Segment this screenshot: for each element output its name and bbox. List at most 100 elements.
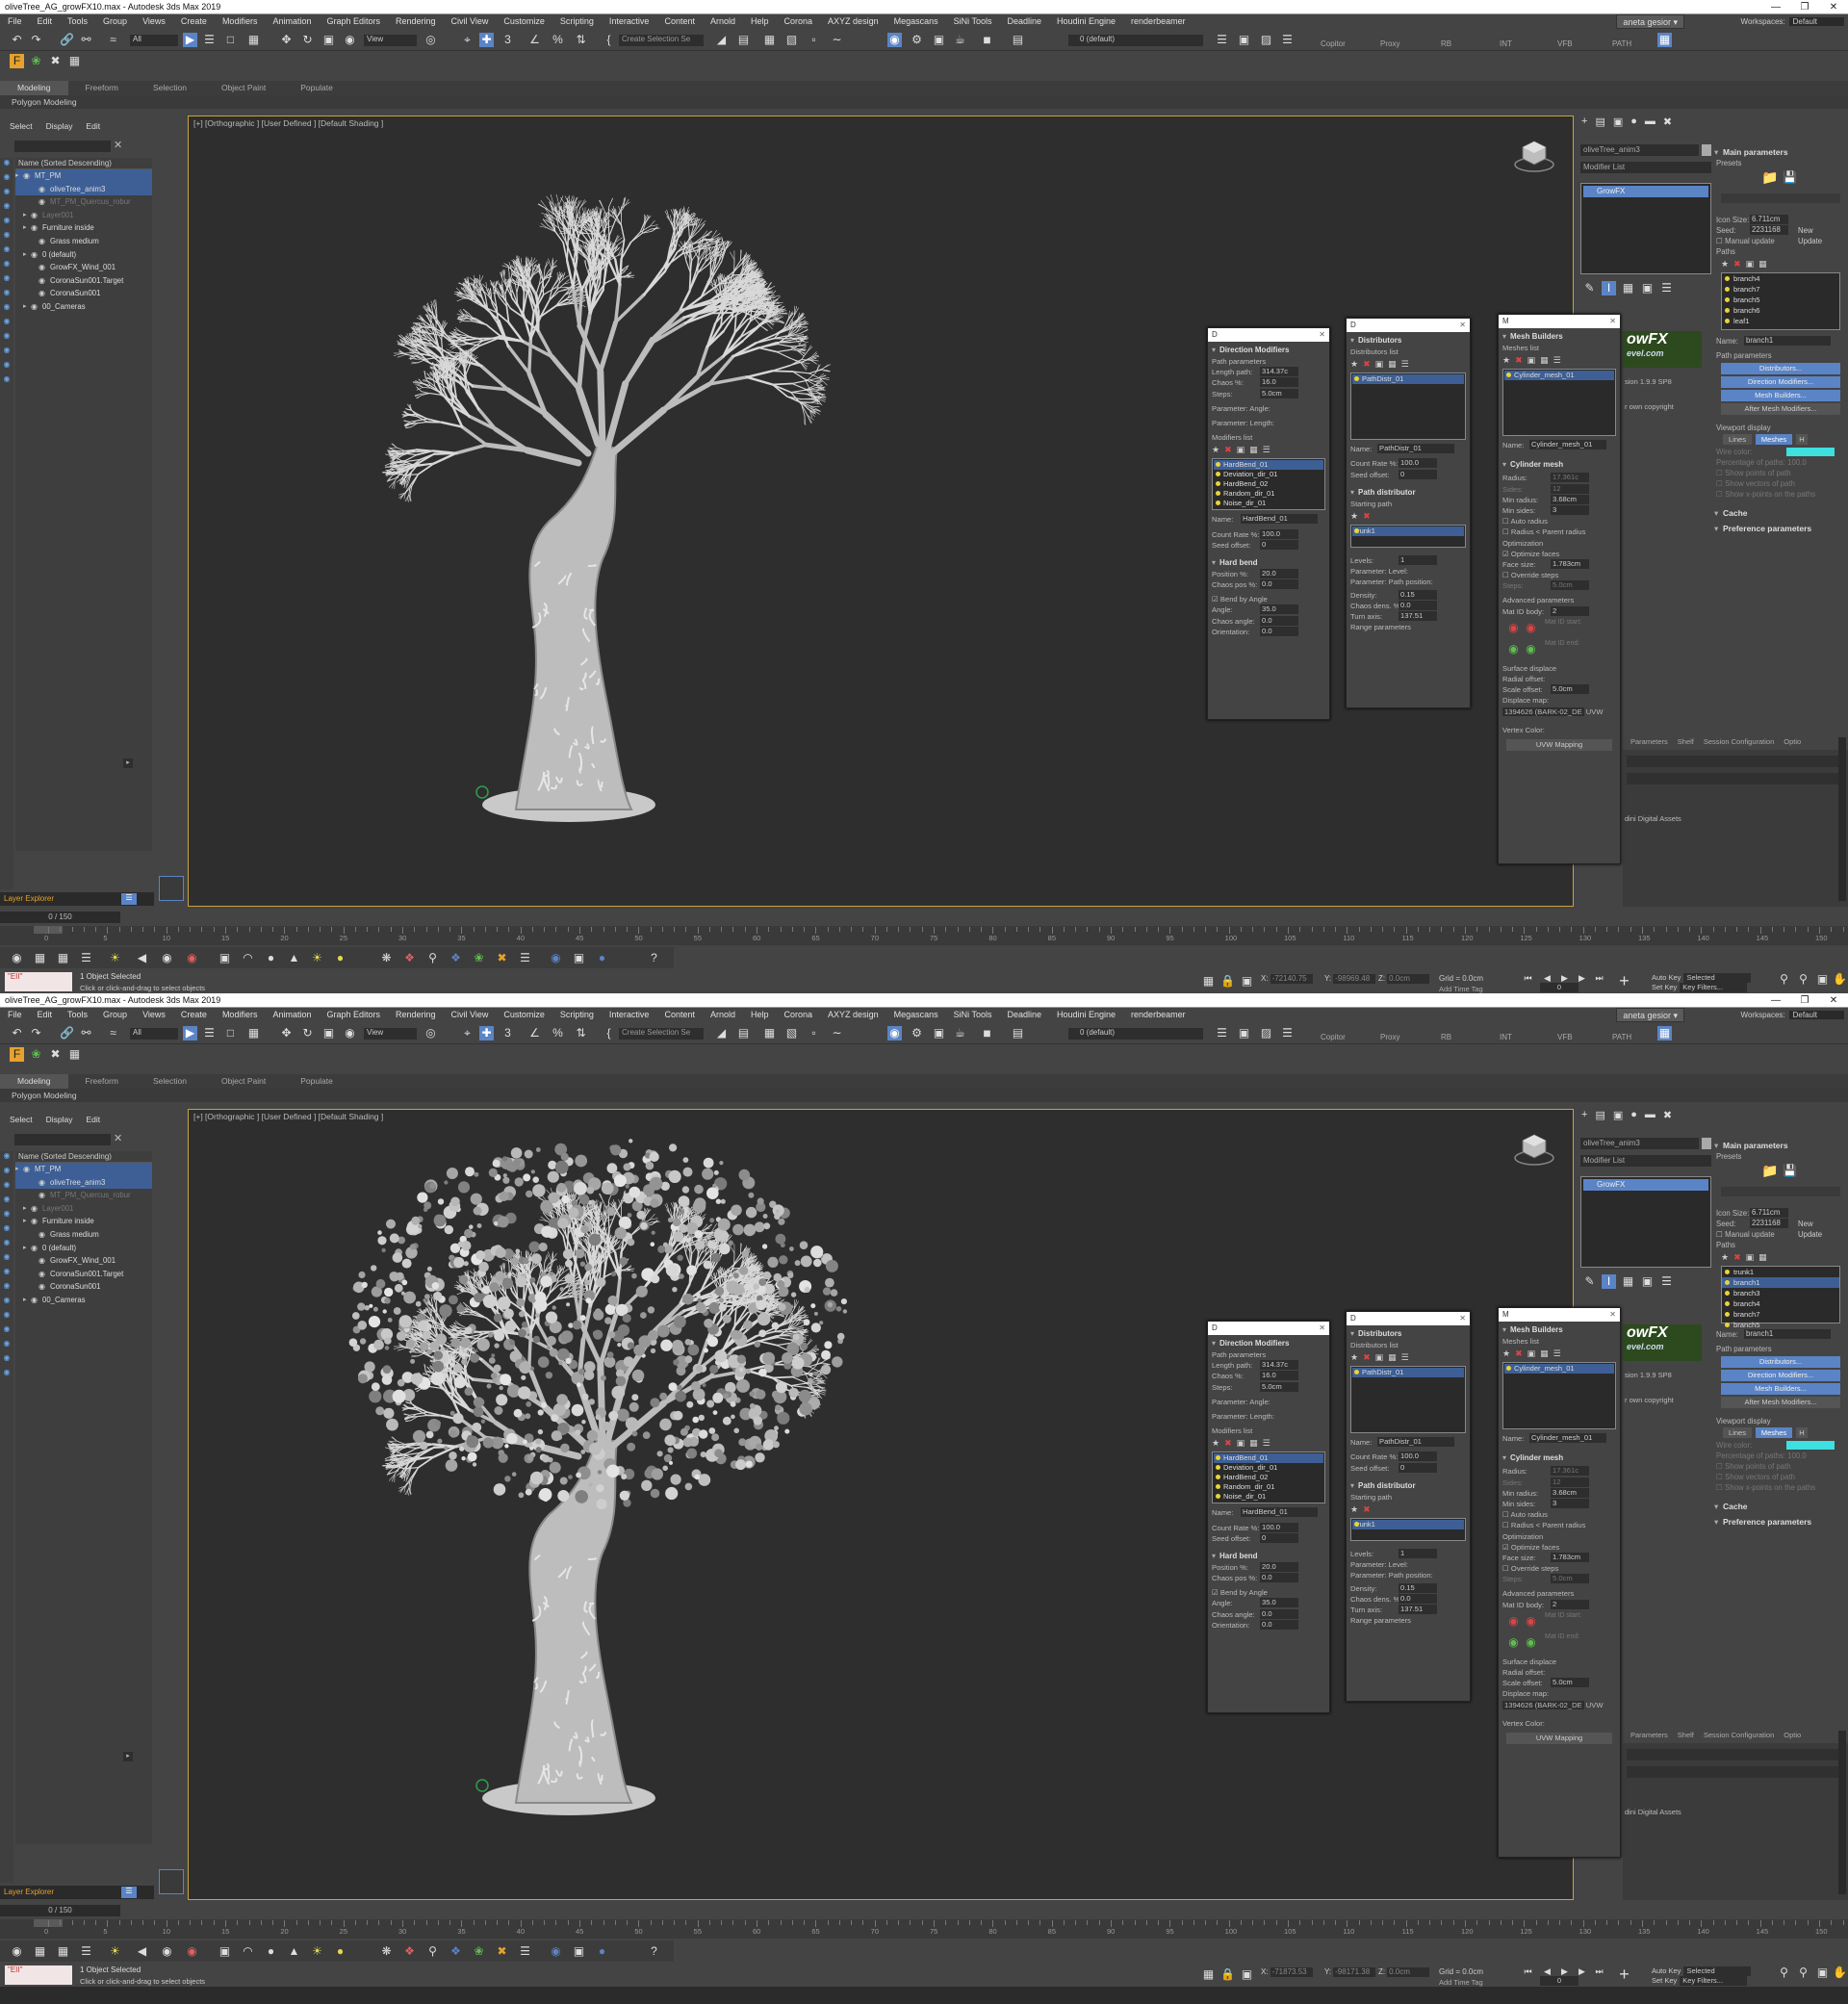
filter-icon[interactable]: ◉ xyxy=(0,273,13,286)
render-production-icon[interactable]: ☕ xyxy=(953,33,967,47)
param-path-position-row[interactable]: Parameter: Path position: xyxy=(1350,577,1466,587)
expand-icon[interactable]: ▸ xyxy=(23,209,27,222)
rendered-frame-window-icon[interactable]: ▣ xyxy=(932,33,946,47)
paste-icon[interactable]: ▦ xyxy=(1388,359,1397,371)
menu-views[interactable]: Views xyxy=(135,14,173,29)
modifier-list-dropdown[interactable]: Modifier List xyxy=(1580,162,1711,173)
menu-views[interactable]: Views xyxy=(135,1008,173,1022)
radius-spinner[interactable]: 17.361c xyxy=(1551,473,1589,483)
unlink-icon[interactable]: ⚯ xyxy=(79,1026,93,1041)
delete-path-icon[interactable]: ✖ xyxy=(1733,259,1741,270)
options-icon[interactable]: ☰ xyxy=(1263,445,1270,456)
menu-rendering[interactable]: Rendering xyxy=(388,14,444,29)
steps-spinner[interactable]: 5.0cm xyxy=(1260,388,1298,398)
distributors-button[interactable]: Distributors... xyxy=(1721,363,1840,374)
filter-icon[interactable]: ◉ xyxy=(0,331,13,344)
filter-icon[interactable]: ◉ xyxy=(0,346,13,358)
menu-content[interactable]: Content xyxy=(656,1008,703,1022)
mesh-builders-titlebar[interactable]: M ✕ xyxy=(1499,315,1620,328)
path-list-item[interactable]: branch5 xyxy=(1722,295,1839,305)
count-rate-spinner[interactable]: 100.0 xyxy=(1399,458,1437,469)
user-account-dropdown[interactable]: aneta gesior ▾ xyxy=(1616,14,1684,29)
menu-edit[interactable]: Edit xyxy=(30,14,61,29)
modifier-list-item[interactable]: Noise_dir_01 xyxy=(1214,499,1323,508)
named-selection-set-dropdown[interactable]: Create Selection Se xyxy=(619,1028,704,1040)
menu-interactive[interactable]: Interactive xyxy=(602,14,657,29)
network-icon[interactable]: ⚲ xyxy=(425,951,440,965)
param-level-row[interactable]: Parameter: Level: xyxy=(1350,566,1466,577)
edit-named-sets-icon[interactable]: { xyxy=(602,1026,616,1041)
move-icon[interactable]: ✥ xyxy=(279,33,294,47)
menu-animation[interactable]: Animation xyxy=(265,1008,319,1022)
modifier-list-item[interactable]: HardBend_02 xyxy=(1214,479,1323,489)
menu-renderbeamer[interactable]: renderbeamer xyxy=(1123,1008,1194,1022)
visibility-eye-icon[interactable]: ◉ xyxy=(38,261,45,274)
workspace-selector[interactable]: Workspaces: Default xyxy=(1737,1008,1844,1022)
pan-icon[interactable]: ✋ xyxy=(1833,972,1847,987)
visibility-eye-icon[interactable]: ◉ xyxy=(31,1242,38,1255)
path-list-item[interactable]: branch6 xyxy=(1722,305,1839,316)
visibility-eye-icon[interactable]: ◉ xyxy=(38,274,45,288)
current-frame-field[interactable]: 0 xyxy=(1540,983,1578,992)
filter-icon[interactable]: ◉ xyxy=(0,1238,13,1250)
plugin-vfb[interactable]: VFB xyxy=(1557,1033,1573,1041)
undo-icon[interactable]: ↶ xyxy=(10,1026,24,1041)
filter-icon[interactable]: ◉ xyxy=(0,302,13,315)
select-by-name-icon[interactable]: ☰ xyxy=(202,1026,217,1041)
pivot-icon[interactable]: ◎ xyxy=(424,33,438,47)
filter-icon[interactable]: ◉ xyxy=(0,158,13,170)
min-sides-spinner[interactable]: 3 xyxy=(1551,504,1589,515)
viewport-layout-icon[interactable] xyxy=(159,1869,184,1894)
scene-row[interactable]: ◉ MT_PM_Quercus_robur xyxy=(15,195,152,209)
scene-row[interactable]: ◉ MT_PM_Quercus_robur xyxy=(15,1189,152,1202)
menu-group[interactable]: Group xyxy=(95,1008,135,1022)
select-object-icon[interactable]: ▶ xyxy=(183,33,197,47)
spinner-snap-icon[interactable]: ⇅ xyxy=(574,1026,588,1041)
modify-tab-icon[interactable]: ▤ xyxy=(1595,116,1604,131)
menu-megascans[interactable]: Megascans xyxy=(886,14,946,29)
zoom-all-icon[interactable]: ⚲ xyxy=(1796,972,1810,987)
layer-manager-icon[interactable]: ▤ xyxy=(1011,1026,1025,1041)
seed-offset-spinner[interactable]: 0 xyxy=(1260,539,1298,550)
filter-icon[interactable]: ◉ xyxy=(0,216,13,228)
show-points-row[interactable]: ☐ Show points of path xyxy=(1713,468,1848,478)
angle-snap-icon[interactable]: ∠ xyxy=(527,1026,542,1041)
scene-row[interactable]: ▸ ◉ MT_PM xyxy=(15,169,152,183)
expand-icon[interactable]: ▸ xyxy=(23,248,27,262)
render-setup-icon[interactable]: ⚙ xyxy=(910,33,924,47)
zoom-extents-icon[interactable]: ▣ xyxy=(1815,972,1830,987)
eye-icon[interactable]: ◉ xyxy=(10,951,24,965)
menu-tools[interactable]: Tools xyxy=(60,1008,95,1022)
menu-arnold[interactable]: Arnold xyxy=(703,14,743,29)
copy-icon[interactable]: ▣ xyxy=(1375,359,1384,371)
copy-icon[interactable]: ▣ xyxy=(1237,445,1245,456)
plugin-rb[interactable]: RB xyxy=(1441,39,1451,48)
save-preset-icon[interactable]: 💾 xyxy=(1783,170,1797,185)
named-selection-set-dropdown[interactable]: Create Selection Se xyxy=(619,35,704,46)
menu-graph-editors[interactable]: Graph Editors xyxy=(319,14,388,29)
menu-scripting[interactable]: Scripting xyxy=(552,1008,602,1022)
render-icon[interactable]: ◾ xyxy=(980,33,994,47)
filter-icon[interactable]: ◉ xyxy=(0,288,13,300)
curve-editor-icon[interactable]: ∼ xyxy=(830,33,844,47)
go-end-icon[interactable]: ⏭ xyxy=(1592,971,1606,986)
plugin-proxy[interactable]: Proxy xyxy=(1380,1033,1399,1041)
delete-icon[interactable]: ✖ xyxy=(1363,359,1371,371)
visibility-eye-icon[interactable]: ◉ xyxy=(31,1202,38,1216)
minimize-icon[interactable]: — xyxy=(1761,0,1790,14)
current-layer-dropdown[interactable]: 0 (default) xyxy=(1068,35,1203,46)
add-icon[interactable]: ★ xyxy=(1212,445,1219,456)
mesh-builders-button[interactable]: Mesh Builders... xyxy=(1721,390,1840,401)
select-by-name-icon[interactable]: ☰ xyxy=(202,33,217,47)
scene-row[interactable]: ▸ ◉ Furniture inside xyxy=(15,221,152,235)
manual-update-checkbox[interactable]: ☐ xyxy=(1716,237,1723,245)
align-icon[interactable]: ▤ xyxy=(736,1026,751,1041)
menu-houdini-engine[interactable]: Houdini Engine xyxy=(1049,1008,1123,1022)
expand-icon[interactable]: ▸ xyxy=(15,1163,19,1176)
coord-x-field[interactable]: -72140.75 xyxy=(1270,974,1313,984)
asset-field[interactable] xyxy=(1627,756,1844,767)
lines-toggle[interactable]: Lines xyxy=(1723,434,1752,445)
menu-customize[interactable]: Customize xyxy=(496,14,552,29)
menu-axyz-design[interactable]: AXYZ design xyxy=(820,1008,886,1022)
frame-slider[interactable]: 0 / 150 xyxy=(0,912,120,923)
